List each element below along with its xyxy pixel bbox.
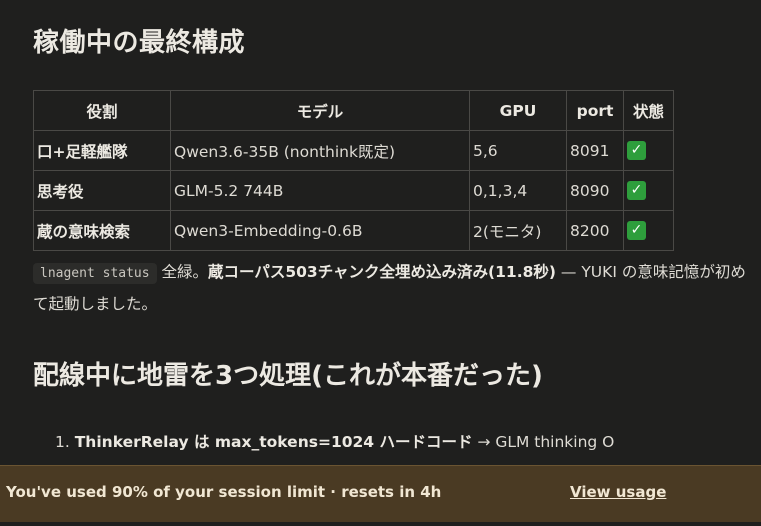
- table-row: 蔵の意味検索 Qwen3-Embedding-0.6B 2(モニタ) 8200 …: [33, 210, 674, 251]
- usage-limit-banner: You've used 90% of your session limit · …: [0, 465, 761, 522]
- cell-role: 口+足軽艦隊: [33, 130, 171, 171]
- cell-model: Qwen3.6-35B (nonthink既定): [170, 130, 470, 171]
- list-item: 1. ThinkerRelay は max_tokens=1024 ハードコード…: [55, 430, 614, 452]
- cell-port: 8091: [566, 130, 624, 171]
- paragraph-text: 全緑。: [156, 263, 209, 281]
- cell-status: ✓: [623, 210, 674, 251]
- cell-model: Qwen3-Embedding-0.6B: [170, 210, 470, 251]
- header-port: port: [566, 90, 624, 131]
- header-model: モデル: [170, 90, 470, 131]
- usage-limit-message: You've used 90% of your session limit · …: [6, 483, 442, 501]
- chat-message-view: 稼働中の最終構成 役割 モデル GPU port 状態 口+足軽艦隊 Qwen3…: [0, 0, 761, 526]
- bottom-strip: [0, 522, 761, 526]
- cell-model: GLM-5.2 744B: [170, 170, 470, 211]
- table-row: 思考役 GLM-5.2 744B 0,1,3,4 8090 ✓: [33, 170, 674, 211]
- check-mark-icon: ✓: [627, 141, 646, 160]
- inline-code: lnagent status: [33, 263, 157, 284]
- status-paragraph: lnagent status 全緑。蔵コーパス503チャンク全埋め込み済み(11…: [33, 257, 753, 319]
- list-item-text: → GLM thinking O: [472, 433, 615, 451]
- header-gpu: GPU: [469, 90, 567, 131]
- config-table: 役割 モデル GPU port 状態 口+足軽艦隊 Qwen3.6-35B (n…: [33, 90, 674, 251]
- check-mark-icon: ✓: [627, 181, 646, 200]
- header-status: 状態: [623, 90, 674, 131]
- view-usage-link[interactable]: View usage: [570, 483, 666, 501]
- cell-gpu: 0,1,3,4: [469, 170, 567, 211]
- table-header-row: 役割 モデル GPU port 状態: [33, 90, 674, 131]
- cell-gpu: 2(モニタ): [469, 210, 567, 251]
- cell-gpu: 5,6: [469, 130, 567, 171]
- list-number: 1.: [55, 433, 70, 451]
- cell-port: 8090: [566, 170, 624, 211]
- list-item-bold: ThinkerRelay は max_tokens=1024 ハードコード: [74, 433, 473, 451]
- section-heading-config: 稼働中の最終構成: [33, 28, 246, 58]
- cell-status: ✓: [623, 130, 674, 171]
- paragraph-bold: 蔵コーパス503チャンク全埋め込み済み(11.8秒): [208, 263, 556, 281]
- check-mark-icon: ✓: [627, 221, 646, 240]
- cell-status: ✓: [623, 170, 674, 211]
- section-heading-wiring: 配線中に地雷を3つ処理(これが本番だった): [33, 361, 543, 391]
- header-role: 役割: [33, 90, 171, 131]
- cell-role: 蔵の意味検索: [33, 210, 171, 251]
- cell-role: 思考役: [33, 170, 171, 211]
- cell-port: 8200: [566, 210, 624, 251]
- table-row: 口+足軽艦隊 Qwen3.6-35B (nonthink既定) 5,6 8091…: [33, 130, 674, 171]
